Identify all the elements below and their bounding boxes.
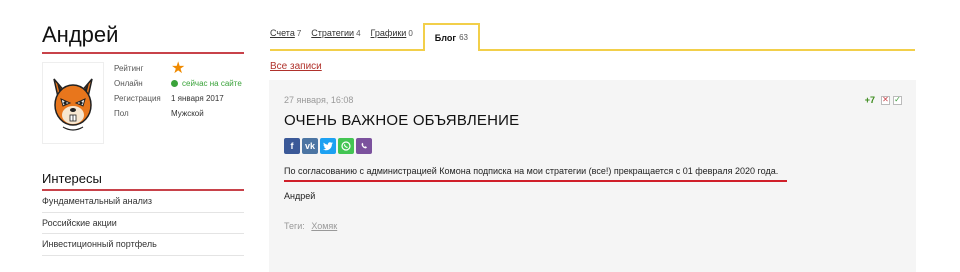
- tab-count: 7: [296, 29, 302, 38]
- tab-label[interactable]: Блог: [435, 33, 456, 43]
- profile-name: Андрей: [42, 22, 244, 54]
- tab-label[interactable]: Счета: [270, 28, 295, 38]
- stat-value: сейчас на сайте: [182, 79, 242, 88]
- whatsapp-icon[interactable]: [338, 138, 354, 154]
- interests-title: Интересы: [42, 171, 244, 191]
- stat-value: 1 января 2017: [171, 94, 224, 103]
- vote-up-icon[interactable]: ✓: [893, 95, 902, 105]
- stat-label: Пол: [114, 109, 129, 118]
- interest-item[interactable]: Российские акции: [42, 213, 244, 234]
- stat-label: Онлайн: [114, 79, 143, 88]
- vote-down-icon[interactable]: ✕: [881, 95, 890, 105]
- all-posts-link[interactable]: Все записи: [270, 61, 322, 72]
- post-author: Андрей: [284, 191, 316, 201]
- stat-value: Мужской: [171, 109, 204, 118]
- rating-value: +7: [864, 95, 875, 105]
- stat-online: Онлайн сейчас на сайте: [114, 76, 254, 91]
- stat-registration: Регистрация 1 января 2017: [114, 91, 254, 106]
- tab-charts[interactable]: Графики 0: [371, 28, 413, 49]
- post-rating: +7 ✕ ✓: [865, 95, 902, 105]
- share-buttons: f vk: [284, 138, 372, 154]
- post-date: 27 января, 16:08: [284, 95, 354, 105]
- tab-count: 0: [408, 29, 413, 38]
- post-title: ОЧЕНЬ ВАЖНОЕ ОБЪЯВЛЕНИЕ: [284, 112, 520, 129]
- tab-accounts[interactable]: Счета 7: [270, 28, 301, 49]
- tab-count: 63: [459, 33, 469, 42]
- vk-icon[interactable]: vk: [302, 138, 318, 154]
- tab-strategies[interactable]: Стратегии 4: [311, 28, 360, 49]
- tab-blog[interactable]: Блог 63: [422, 23, 481, 51]
- tags-label: Теги:: [284, 221, 305, 231]
- profile-tabs: Счета 7 Стратегии 4 Графики 0 Блог 63: [270, 23, 915, 51]
- post-body: По согласованию с администрацией Комона …: [284, 166, 787, 182]
- profile-stats: Рейтинг ★ Онлайн сейчас на сайте Регистр…: [114, 59, 254, 121]
- tab-label[interactable]: Стратегии: [311, 28, 354, 38]
- star-icon: ★: [171, 59, 186, 77]
- blog-post: 27 января, 16:08 +7 ✕ ✓ ОЧЕНЬ ВАЖНОЕ ОБЪ…: [269, 80, 916, 272]
- avatar: [42, 62, 104, 144]
- interests-list: Фундаментальный анализ Российские акции …: [42, 191, 244, 256]
- stat-label: Рейтинг: [114, 64, 144, 73]
- interest-item[interactable]: Фундаментальный анализ: [42, 191, 244, 213]
- online-dot-icon: [171, 80, 178, 87]
- twitter-icon[interactable]: [320, 138, 336, 154]
- tab-label[interactable]: Графики: [371, 28, 407, 38]
- stat-gender: Пол Мужской: [114, 106, 254, 121]
- stat-label: Регистрация: [114, 94, 161, 103]
- facebook-icon[interactable]: f: [284, 138, 300, 154]
- tab-count: 4: [356, 29, 361, 38]
- post-tags: Теги: Хомяк: [284, 221, 337, 231]
- viber-icon[interactable]: [356, 138, 372, 154]
- interest-item[interactable]: Инвестиционный портфель: [42, 234, 244, 256]
- stat-rating: Рейтинг ★: [114, 59, 254, 77]
- tag-link[interactable]: Хомяк: [311, 221, 337, 231]
- hamster-avatar-icon: [53, 78, 93, 131]
